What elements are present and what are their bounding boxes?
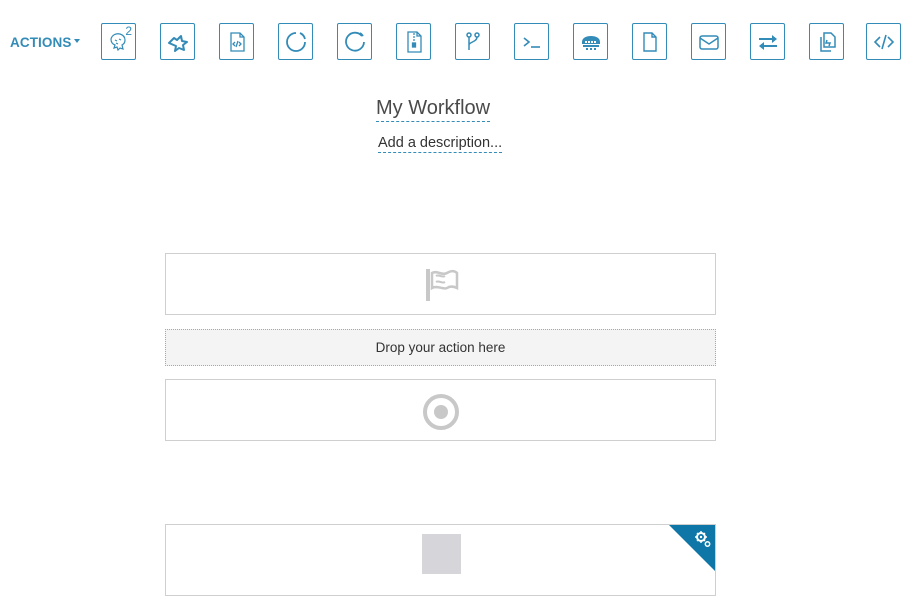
fs-action-button[interactable]	[632, 23, 667, 60]
java-action-button[interactable]	[219, 23, 254, 60]
generic-action-button[interactable]	[866, 23, 901, 60]
java-icon	[229, 31, 245, 52]
flag-icon	[425, 269, 458, 301]
spark-icon	[344, 31, 365, 52]
actions-toolbar: ACTIONS 2	[0, 0, 902, 84]
shell-icon	[523, 36, 540, 48]
workflow-description[interactable]: Add a description...	[378, 134, 503, 153]
action-placeholder-icon	[422, 534, 461, 574]
end-node	[165, 379, 716, 441]
start-node	[165, 253, 716, 315]
action-drop-zone[interactable]: Drop your action here	[165, 329, 716, 366]
actions-label: ACTIONS	[10, 35, 72, 50]
subworkflow-action-button[interactable]	[809, 23, 844, 60]
actions-dropdown[interactable]: ACTIONS	[10, 35, 81, 50]
hive-badge: 2	[125, 24, 132, 38]
distcp-action-button[interactable]	[750, 23, 785, 60]
shell-action-button[interactable]	[514, 23, 549, 60]
pig-icon	[167, 34, 188, 52]
action-node[interactable]	[165, 524, 716, 596]
distcp-icon	[758, 34, 777, 50]
fork-icon	[465, 31, 480, 50]
email-icon	[698, 34, 719, 50]
gears-icon[interactable]	[669, 525, 715, 571]
target-icon	[422, 394, 459, 430]
caret-down-icon	[74, 39, 81, 44]
email-action-button[interactable]	[691, 23, 726, 60]
workflow-title[interactable]: My Workflow	[376, 96, 491, 122]
code-icon	[873, 34, 894, 49]
pig-action-button[interactable]	[160, 23, 195, 60]
spark-action-button[interactable]	[337, 23, 372, 60]
ssh-icon	[581, 35, 600, 50]
hive-action-button[interactable]: 2	[101, 23, 136, 60]
ssh-action-button[interactable]	[573, 23, 608, 60]
zip-action-button[interactable]	[396, 23, 431, 60]
file-icon	[642, 31, 657, 52]
copy-icon	[819, 31, 836, 52]
drop-zone-label: Drop your action here	[375, 340, 506, 355]
zip-file-icon	[406, 30, 422, 53]
sqoop-action-button[interactable]	[278, 23, 313, 60]
sqoop-icon	[285, 31, 306, 52]
fork-action-button[interactable]	[455, 23, 490, 60]
